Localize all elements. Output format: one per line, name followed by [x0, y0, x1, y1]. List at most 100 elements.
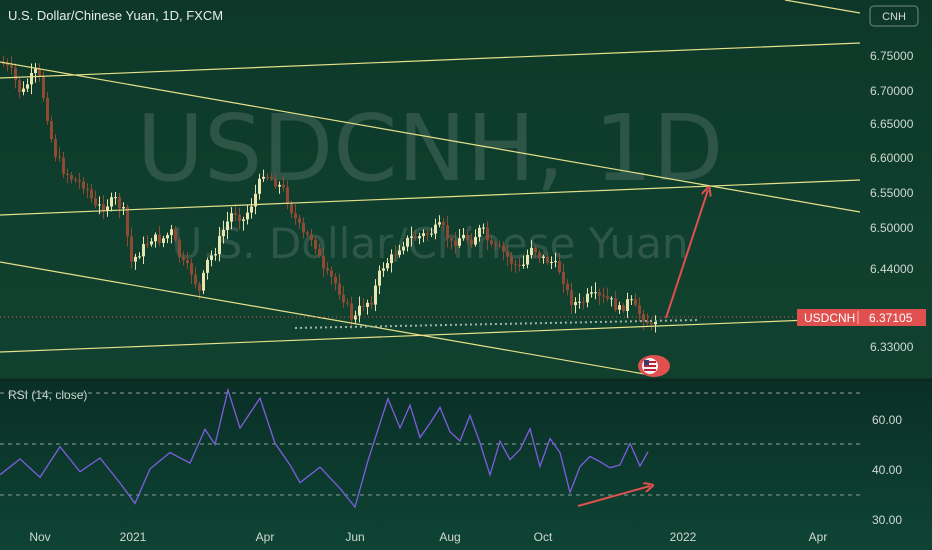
candle-body [210, 255, 213, 261]
candle-body [406, 237, 409, 247]
candle-body [622, 305, 625, 311]
price-label: 6.60000 [870, 151, 914, 165]
candle-body [214, 254, 217, 256]
candle-body [578, 301, 581, 303]
candle-body [318, 248, 321, 256]
candle-body [394, 254, 397, 256]
price-tag[interactable]: USDCNH 6.37105 [797, 309, 926, 326]
candle-body [170, 229, 173, 236]
candle-body [518, 264, 521, 266]
candle-body [94, 198, 97, 206]
candle-body [250, 206, 253, 213]
candle-body [626, 299, 629, 311]
candle-body [550, 261, 553, 263]
candle-body [570, 290, 573, 306]
candle-body [454, 240, 457, 246]
candle-body [190, 263, 193, 275]
candle-body [362, 305, 365, 307]
candle-body [478, 227, 481, 238]
watermark-symbol: USDCNH, 1D [137, 95, 724, 202]
candle-body [426, 233, 429, 235]
candle-body [162, 238, 165, 243]
candle-body [466, 234, 469, 240]
candle-body [326, 268, 329, 271]
chart-canvas[interactable]: USDCNH, 1D U.S. Dollar/Chinese Yuan U.S.… [0, 0, 932, 550]
candle-body [306, 232, 309, 235]
candle-body [122, 207, 125, 209]
candle-body [150, 241, 153, 245]
candle-body [14, 67, 17, 81]
candle-body [418, 236, 421, 239]
candle-body [26, 84, 29, 89]
candle-body [386, 263, 389, 269]
candle-body [278, 184, 281, 187]
candle-body [110, 197, 113, 207]
candle-body [158, 234, 161, 243]
time-label: Oct [534, 530, 553, 544]
candle-body [246, 212, 249, 220]
candle-body [118, 197, 121, 209]
price-tag-value: 6.37105 [869, 311, 913, 325]
candle-body [430, 233, 433, 235]
candle-body [510, 256, 513, 264]
candle-body [222, 229, 225, 237]
candle-body [602, 295, 605, 297]
candle-body [618, 305, 621, 310]
chart-title: U.S. Dollar/Chinese Yuan, 1D, FXCM [8, 8, 223, 23]
candle-body [230, 213, 233, 222]
candle-body [186, 260, 189, 264]
price-label: 6.44000 [870, 262, 914, 276]
price-label: 6.55000 [870, 186, 914, 200]
price-tag-symbol: USDCNH [804, 311, 855, 325]
currency-badge-label: CNH [882, 11, 906, 23]
candle-body [294, 213, 297, 219]
price-label: 6.70000 [870, 84, 914, 98]
candle-body [630, 299, 633, 301]
candle-body [202, 272, 205, 291]
candle-body [198, 284, 201, 291]
candle-body [606, 296, 609, 299]
candle-body [498, 245, 501, 247]
candle-body [50, 121, 53, 140]
candle-body [582, 301, 585, 303]
candle-body [6, 63, 9, 66]
candle-body [10, 65, 13, 68]
candle-body [274, 178, 277, 187]
candle-body [514, 263, 517, 265]
watermark-description: U.S. Dollar/Chinese Yuan [172, 219, 689, 268]
candle-body [558, 261, 561, 273]
candle-body [234, 213, 237, 215]
time-label: Apr [809, 530, 828, 544]
candle-body [358, 305, 361, 316]
us-flag-icon[interactable] [638, 355, 670, 377]
rsi-label: 40.00 [872, 463, 902, 477]
candle-body [470, 239, 473, 245]
candle-body [206, 260, 209, 273]
candle-body [46, 97, 49, 122]
candle-body [650, 322, 653, 325]
candle-body [494, 243, 497, 246]
candle-body [182, 257, 185, 261]
candle-body [42, 75, 45, 98]
candle-body [62, 157, 65, 174]
candle-body [370, 302, 373, 305]
candle-body [262, 176, 265, 179]
candle-body [554, 261, 557, 263]
candle-body [474, 237, 477, 245]
candle-body [74, 179, 77, 181]
candle-body [562, 272, 565, 284]
candle-body [614, 298, 617, 310]
candle-body [282, 184, 285, 188]
candle-body [566, 283, 569, 291]
candle-body [166, 235, 169, 239]
candle-body [18, 80, 21, 92]
candle-body [286, 187, 289, 205]
candle-body [338, 283, 341, 295]
candle-body [366, 302, 369, 307]
candle-body [458, 238, 461, 246]
candle-body [82, 181, 85, 189]
candle-body [194, 274, 197, 285]
candle-body [270, 176, 273, 179]
candle-body [314, 239, 317, 249]
candle-body [90, 189, 93, 199]
